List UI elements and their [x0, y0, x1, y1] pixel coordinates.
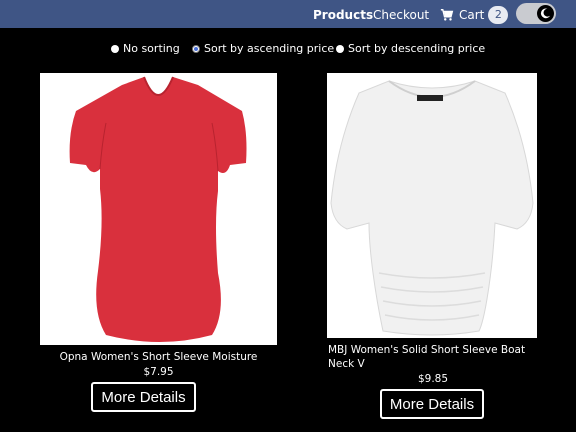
sort-options: No sorting Sort by ascending price Sort …: [0, 42, 576, 58]
product-price: $7.95: [143, 366, 174, 378]
product-name: Opna Women's Short Sleeve Moisture: [59, 351, 258, 363]
top-navbar: Products Checkout Cart 2: [0, 0, 576, 28]
toggle-knob: [537, 5, 554, 22]
radio-sort-ascending[interactable]: Sort by ascending price: [192, 42, 334, 56]
radio-no-sorting[interactable]: No sorting: [111, 42, 180, 56]
more-details-button[interactable]: More Details: [91, 382, 196, 412]
nav-cart-link[interactable]: Cart 2: [440, 5, 509, 25]
cart-icon: [440, 9, 454, 21]
more-details-button[interactable]: More Details: [380, 389, 484, 419]
product-price: $9.85: [417, 373, 449, 385]
product-image-red-tshirt[interactable]: [40, 73, 277, 345]
nav-checkout-link[interactable]: Checkout: [373, 8, 429, 22]
dark-mode-toggle[interactable]: [516, 3, 556, 24]
radio-label: Sort by descending price: [348, 42, 486, 55]
moon-icon: [540, 8, 551, 19]
radio-label: No sorting: [123, 42, 180, 55]
product-name: MBJ Women's Solid Short Sleeve Boat Neck…: [328, 344, 526, 370]
cart-count-badge: 2: [488, 6, 509, 24]
radio-button-checked[interactable]: [192, 45, 200, 53]
nav-products-link[interactable]: Products: [313, 8, 373, 22]
product-image-white-top[interactable]: [327, 73, 537, 338]
radio-label: Sort by ascending price: [204, 42, 335, 55]
radio-sort-descending[interactable]: Sort by descending price: [336, 42, 485, 56]
radio-button[interactable]: [336, 45, 344, 53]
cart-label: Cart: [459, 8, 485, 22]
radio-button[interactable]: [111, 45, 119, 53]
